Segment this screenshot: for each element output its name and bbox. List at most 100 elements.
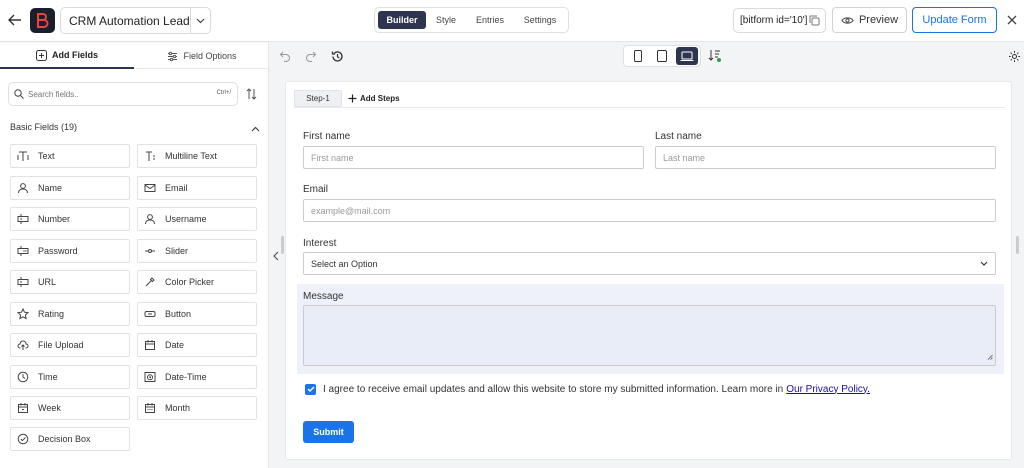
update-form-button[interactable]: Update Form [912,7,997,33]
field-label: Date-Time [165,372,207,382]
submit-button[interactable]: Submit [303,421,354,443]
last-name-label: Last name [655,131,702,142]
field-label: Button [165,309,192,319]
left-panel-tabs: Add Fields Field Options [0,43,269,69]
collapse-panel-icon[interactable] [268,247,282,265]
add-steps-button[interactable]: Add Steps [348,94,400,103]
consent-row: I agree to receive email updates and all… [305,382,870,396]
resize-grip-icon[interactable] [987,349,993,363]
password-icon [16,244,30,258]
interest-select[interactable]: Select an Option [303,252,996,275]
field-month[interactable]: Month [137,396,257,420]
preview-label: Preview [858,14,899,26]
interest-label: Interest [303,238,337,249]
settings-gear-icon[interactable] [1006,48,1022,64]
field-time[interactable]: Time [10,365,130,389]
sort-icon[interactable] [244,86,258,102]
field-label: Color Picker [165,277,215,287]
search-input[interactable] [28,89,198,99]
field-label: Name [38,183,63,193]
email-label: Email [303,184,329,195]
clock-icon [16,370,30,384]
tab-add-fields[interactable]: Add Fields [0,43,134,69]
field-decision-box[interactable]: Decision Box [10,427,130,451]
redo-icon[interactable] [303,48,319,64]
consent-checkbox[interactable] [305,383,316,395]
add-steps-label: Add Steps [360,94,400,103]
first-name-label: First name [303,131,351,142]
mobile-device-icon[interactable] [627,47,649,65]
first-name-input[interactable]: First name [303,146,644,169]
tab-settings[interactable]: Settings [515,11,565,29]
color-picker-icon [143,275,157,289]
field-week[interactable]: Week [10,396,130,420]
field-label: Username [165,214,207,224]
last-name-input[interactable]: Last name [655,146,996,169]
step-1-tab[interactable]: Step-1 [294,90,342,107]
eye-icon [841,16,854,24]
email-input[interactable]: example@mail.com [303,199,996,222]
history-icon[interactable] [329,48,345,64]
field-password[interactable]: Password [10,239,130,263]
multiline-text-icon [143,149,157,163]
field-date-time[interactable]: Date-Time [137,365,257,389]
desktop-device-icon[interactable] [676,47,698,65]
back-arrow-icon[interactable] [6,9,24,31]
field-multiline-text[interactable]: Multiline Text [137,144,257,168]
tablet-device-icon[interactable] [651,47,673,65]
left-panel: Add Fields Field Options Ctrl+/ Basic Fi… [0,43,269,468]
privacy-policy-link[interactable]: Our Privacy Policy. [786,384,870,395]
left-resize-handle[interactable] [281,236,284,254]
bitform-logo-icon[interactable] [30,8,55,33]
field-label: URL [38,277,57,287]
tab-field-options[interactable]: Field Options [135,43,269,69]
basic-fields-header[interactable]: Basic Fields (19) [10,119,260,135]
form-canvas: Step-1 Add Steps First name First name L… [285,81,1012,460]
search-shortcut: Ctrl+/ [216,90,231,96]
sort-filter-icon[interactable] [707,48,723,64]
plus-square-icon [35,49,47,61]
check-circle-icon [16,432,30,446]
field-username[interactable]: Username [137,207,257,231]
url-icon [16,275,30,289]
field-label: Week [38,403,61,413]
datetime-icon [143,370,157,384]
field-button[interactable]: Button [137,302,257,326]
close-icon[interactable] [1004,12,1020,28]
preview-button[interactable]: Preview [832,7,907,33]
field-date[interactable]: Date [137,333,257,357]
message-textarea[interactable] [303,305,996,366]
chevron-down-icon[interactable] [190,8,210,33]
field-label: File Upload [38,340,84,350]
field-label: Email [165,183,188,193]
upload-icon [16,338,30,352]
shortcode-text: [bitform id='10'] [740,15,808,26]
field-number[interactable]: Number [10,207,130,231]
tab-builder[interactable]: Builder [378,11,426,29]
field-email[interactable]: Email [137,176,257,200]
user-icon [16,181,30,195]
basic-fields-title: Basic Fields (19) [10,122,78,132]
field-label: Time [38,372,58,382]
step-bar: Step-1 Add Steps [294,90,400,107]
field-name[interactable]: Name [10,176,130,200]
copy-icon[interactable] [808,14,821,30]
field-file-upload[interactable]: File Upload [10,333,130,357]
tab-style[interactable]: Style [427,11,465,29]
plus-icon [348,94,357,103]
calendar-month-icon [143,401,157,415]
interest-value: Select an Option [311,258,378,269]
field-color-picker[interactable]: Color Picker [137,270,257,294]
chevron-up-icon[interactable] [251,121,260,135]
field-url[interactable]: URL [10,270,130,294]
form-title-select[interactable]: CRM Automation Lead F... [60,7,211,34]
field-label: Number [38,214,71,224]
field-text[interactable]: Text [10,144,130,168]
tab-entries[interactable]: Entries [467,11,513,29]
right-resize-handle[interactable] [1016,236,1019,254]
undo-icon[interactable] [277,48,293,64]
user-icon [143,212,157,226]
field-rating[interactable]: Rating [10,302,130,326]
tab-field-options-label: Field Options [183,51,237,61]
field-slider[interactable]: Slider [137,239,257,263]
